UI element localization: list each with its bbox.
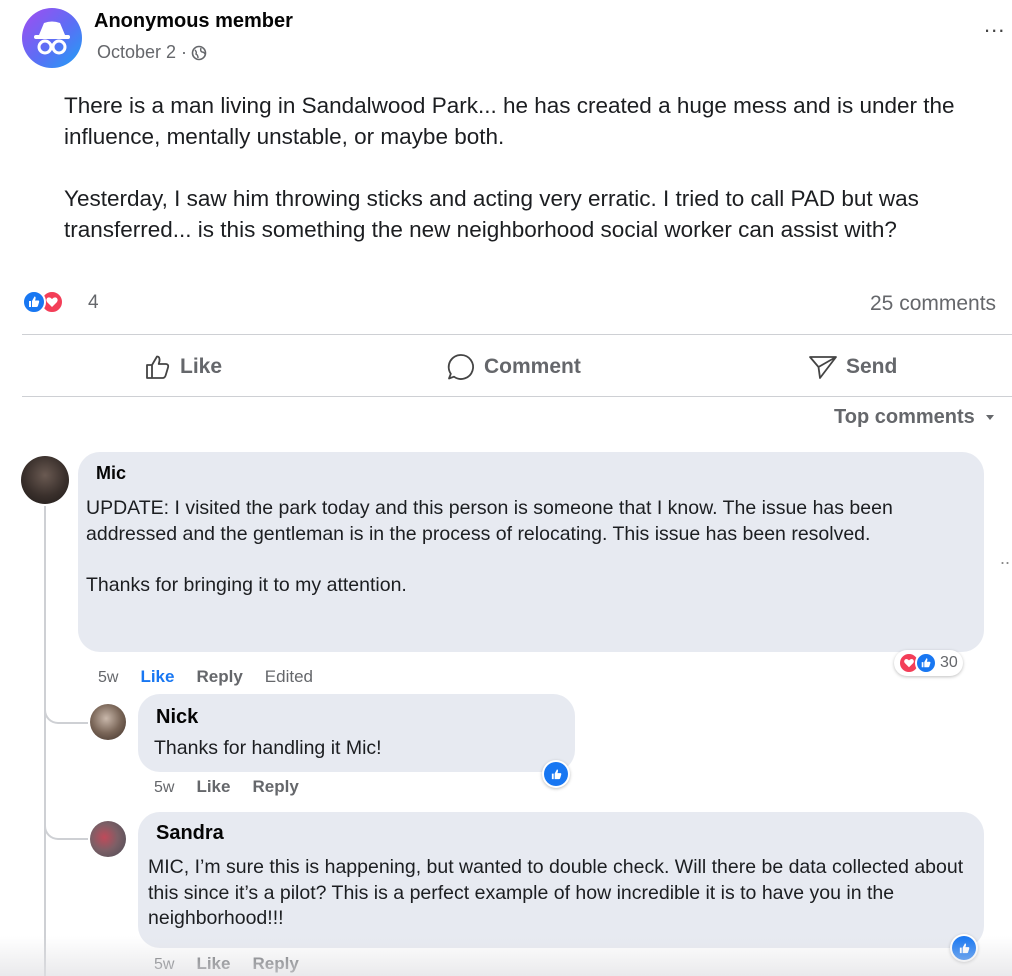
globe-icon: [191, 45, 207, 60]
post-meta: October 2 ·: [97, 42, 207, 63]
comment-reactions[interactable]: [950, 934, 978, 962]
comment-reply-button[interactable]: Reply: [196, 667, 242, 687]
comment-like-button[interactable]: Like: [196, 954, 230, 974]
commenter-avatar[interactable]: [21, 456, 69, 504]
like-icon: [952, 936, 976, 960]
like-icon: [544, 762, 568, 786]
comment-actions: 5w Like Reply: [154, 954, 299, 974]
comment-reactions[interactable]: [542, 760, 570, 788]
send-icon: [809, 356, 837, 379]
commenter-name[interactable]: Sandra: [156, 822, 224, 845]
comment-time[interactable]: 5w: [98, 669, 118, 687]
post-date[interactable]: October 2 ·: [97, 42, 187, 63]
like-icon: [915, 652, 937, 674]
comment-text: UPDATE: I visited the park today and thi…: [86, 497, 893, 596]
comment-reply-button[interactable]: Reply: [252, 954, 298, 974]
caret-down-icon: [985, 414, 994, 420]
comment-sort-label: Top comments: [834, 406, 975, 428]
incognito-icon: [34, 21, 70, 55]
send-button[interactable]: Send: [808, 350, 897, 384]
comment-reply-button[interactable]: Reply: [252, 777, 298, 797]
comment-sort-dropdown[interactable]: Top comments: [834, 406, 995, 429]
post-author[interactable]: Anonymous member: [94, 10, 293, 33]
thread-line: [44, 506, 46, 976]
send-label: Send: [846, 355, 898, 378]
comment-time[interactable]: 5w: [154, 779, 174, 797]
comment-text: MIC, I’m sure this is happening, but wan…: [148, 856, 964, 929]
comment-like-button[interactable]: Like: [196, 777, 230, 797]
post-reactions[interactable]: [22, 290, 64, 314]
comment-reactions[interactable]: 30: [894, 650, 963, 676]
commenter-avatar[interactable]: [90, 704, 126, 740]
commenter-name[interactable]: Nick: [156, 706, 198, 729]
comment-icon: [447, 354, 474, 380]
comment-actions: 5w Like Reply: [154, 777, 299, 797]
post-options-button[interactable]: ...: [984, 14, 1005, 36]
comment-actions: 5w Like Reply Edited: [98, 667, 313, 687]
post-body: There is a man living in Sandalwood Park…: [64, 93, 955, 242]
comment-text: Thanks for handling it Mic!: [154, 737, 382, 759]
reply-connector: [44, 818, 88, 840]
thumbs-up-icon: [146, 355, 170, 379]
post-reaction-count[interactable]: 4: [88, 292, 99, 314]
comment-time[interactable]: 5w: [154, 956, 174, 974]
divider: [22, 396, 1012, 397]
like-button[interactable]: Like: [144, 350, 222, 384]
like-icon: [22, 290, 46, 314]
like-label: Like: [180, 355, 223, 378]
commenter-avatar[interactable]: [90, 821, 126, 857]
comment-options-button[interactable]: ..: [1000, 548, 1010, 569]
comment-label: Comment: [484, 355, 581, 378]
comment-button[interactable]: Comment: [446, 350, 581, 384]
anonymous-avatar[interactable]: [22, 8, 82, 68]
comment-reaction-count: 30: [940, 654, 958, 671]
reply-connector: [44, 700, 88, 724]
divider: [22, 334, 1012, 335]
commenter-name[interactable]: Mic: [96, 463, 126, 484]
comments-count-link[interactable]: 25 comments: [870, 292, 996, 316]
edited-label[interactable]: Edited: [265, 667, 313, 687]
comment-like-button[interactable]: Like: [140, 667, 174, 687]
